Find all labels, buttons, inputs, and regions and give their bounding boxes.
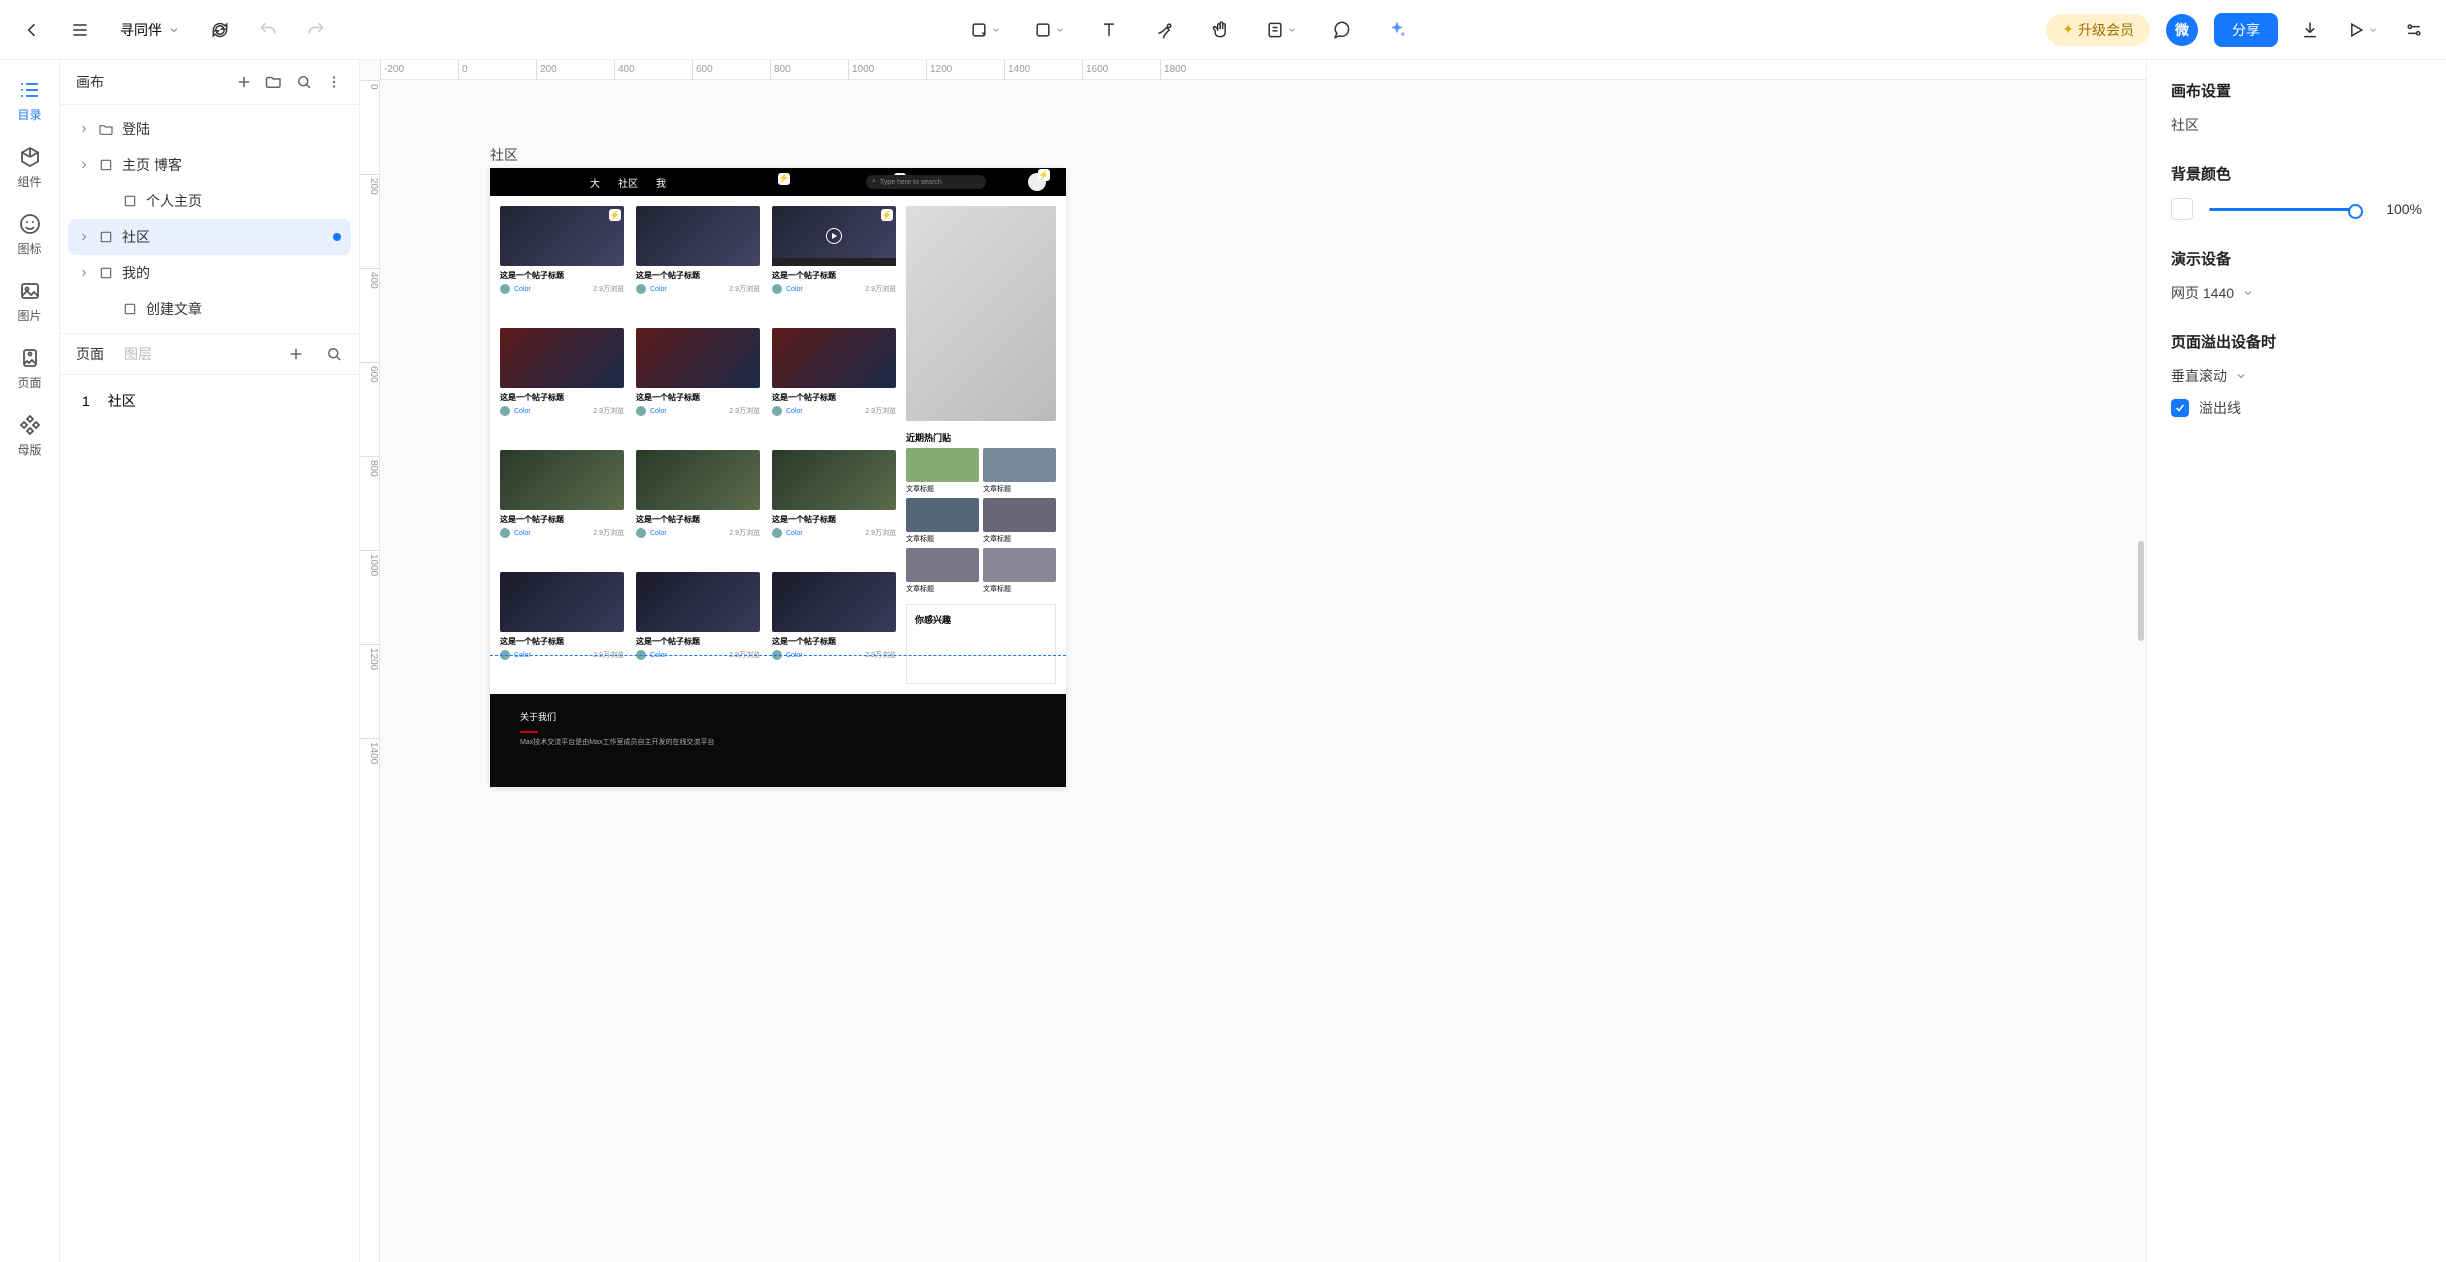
mock-header: 大 社区 我 ⚡ ⚡ ⌕Type here to search ⚡ <box>490 168 1066 196</box>
page-row[interactable]: 1 社区 <box>76 383 343 419</box>
rp-canvas-title: 画布设置 <box>2171 80 2422 101</box>
mock-card: 这是一个帖子标题Color2.9万浏览 <box>772 328 896 440</box>
lightning-icon: ⚡ <box>1038 169 1050 181</box>
artboard[interactable]: 大 社区 我 ⚡ ⚡ ⌕Type here to search ⚡ ⚡这是一个帖… <box>490 168 1066 787</box>
tab-layers[interactable]: 图层 <box>124 344 152 364</box>
rp-overflow-title: 页面溢出设备时 <box>2171 331 2422 352</box>
rp-bg-title: 背景颜色 <box>2171 163 2422 184</box>
tree-item[interactable]: 我的 <box>68 255 351 291</box>
mock-card: 这是一个帖子标题Color2.9万浏览 <box>500 328 624 440</box>
mock-avatar: ⚡ <box>1028 173 1046 191</box>
add-icon[interactable] <box>235 73 253 91</box>
topbar-right: ✦升级会员 微 分享 <box>2046 13 2430 47</box>
device-select[interactable]: 网页 1440 <box>2171 283 2422 303</box>
canvas-viewport[interactable]: 社区 大 社区 我 ⚡ ⚡ ⌕Type here to search ⚡ ⚡这是… <box>380 80 2146 1262</box>
ai-tool[interactable] <box>1381 14 1413 46</box>
lightning-icon: ⚡ <box>778 173 790 185</box>
mock-card: 这是一个帖子标题Color2.9万浏览 <box>636 328 760 440</box>
undo-button[interactable] <box>252 14 284 46</box>
mock-footer: 关于我们 Max技术交流平台是由Max工作室成员自主开发的在线交流平台 <box>490 694 1066 787</box>
mock-search: ⌕Type here to search <box>866 175 986 189</box>
menu-button[interactable] <box>64 14 96 46</box>
add-page-icon[interactable] <box>287 345 305 363</box>
folder-icon[interactable] <box>265 73 283 91</box>
redo-button[interactable] <box>300 14 332 46</box>
mock-card: 这是一个帖子标题Color2.9万浏览 <box>500 572 624 684</box>
comment-tool[interactable] <box>1325 14 1357 46</box>
chevron-down-icon <box>2242 287 2254 299</box>
left-panel: 画布 登陆主页 博客个人主页社区我的创建文章 页面 图层 1 社区 <box>60 60 360 1262</box>
mock-card: 这是一个帖子标题Color2.9万浏览 <box>636 450 760 562</box>
share-button[interactable]: 分享 <box>2214 13 2278 47</box>
tree-item[interactable]: 登陆 <box>68 111 351 147</box>
overflow-line <box>490 655 1066 656</box>
mock-card: 这是一个帖子标题Color2.9万浏览 <box>500 450 624 562</box>
note-tool[interactable] <box>1261 16 1301 44</box>
sidebar-item-images[interactable]: 图片 <box>6 273 54 330</box>
right-panel: 画布设置 社区 背景颜色 100% 演示设备 网页 1440 页面溢出设备时 垂… <box>2146 60 2446 1262</box>
topbar: 寻同伴 ✦升级会员 微 分享 <box>0 0 2446 60</box>
mock-card: 这是一个帖子标题Color2.9万浏览 <box>772 572 896 684</box>
pages-list: 1 社区 <box>60 375 359 427</box>
chevron-down-icon <box>2235 370 2247 382</box>
tree-item[interactable]: 创建文章 <box>68 291 351 327</box>
sidebar-item-masters[interactable]: 母版 <box>6 407 54 464</box>
tree-item[interactable]: 社区 <box>68 219 351 255</box>
sidebar-item-outline[interactable]: 目录 <box>6 72 54 129</box>
tree-item[interactable]: 个人主页 <box>68 183 351 219</box>
mock-interest: 你感兴趣 <box>906 604 1056 684</box>
topbar-left: 寻同伴 <box>16 14 332 46</box>
rp-device-title: 演示设备 <box>2171 248 2422 269</box>
lp-header-title: 画布 <box>76 72 235 92</box>
upgrade-button[interactable]: ✦升级会员 <box>2046 14 2150 46</box>
mock-hero-image <box>906 206 1056 421</box>
color-swatch[interactable] <box>2171 198 2193 220</box>
sidebar-item-pages[interactable]: 页面 <box>6 340 54 397</box>
settings-button[interactable] <box>2398 14 2430 46</box>
download-button[interactable] <box>2294 14 2326 46</box>
hand-tool[interactable] <box>1205 14 1237 46</box>
topbar-center <box>340 14 2038 46</box>
mock-card: ⚡这是一个帖子标题Color2.9万浏览 <box>500 206 624 318</box>
canvas-area[interactable]: -200020040060080010001200140016001800 02… <box>360 60 2146 1262</box>
ruler-horizontal: -200020040060080010001200140016001800 <box>380 60 2146 80</box>
search-pages-icon[interactable] <box>325 345 343 363</box>
back-button[interactable] <box>16 14 48 46</box>
checkbox-checked-icon <box>2171 399 2189 417</box>
artboard-tree: 登陆主页 博客个人主页社区我的创建文章 <box>60 105 359 334</box>
text-tool[interactable] <box>1093 14 1125 46</box>
rp-canvas-name[interactable]: 社区 <box>2171 115 2422 135</box>
pen-tool[interactable] <box>1149 14 1181 46</box>
mock-card: 这是一个帖子标题Color2.9万浏览 <box>772 450 896 562</box>
overflow-select[interactable]: 垂直滚动 <box>2171 366 2422 386</box>
lp-header: 画布 <box>60 60 359 105</box>
mock-grid: ⚡这是一个帖子标题Color2.9万浏览这是一个帖子标题Color2.9万浏览⚡… <box>500 206 896 684</box>
play-button[interactable] <box>2342 16 2382 44</box>
opacity-slider[interactable] <box>2209 208 2358 211</box>
more-icon[interactable] <box>325 73 343 91</box>
artboard-label[interactable]: 社区 <box>490 145 518 165</box>
sidebar-item-icons[interactable]: 图标 <box>6 206 54 263</box>
mock-card: 这是一个帖子标题Color2.9万浏览 <box>636 572 760 684</box>
scrollbar-thumb[interactable] <box>2138 541 2144 641</box>
upgrade-label: 升级会员 <box>2078 20 2134 40</box>
doc-title-text: 寻同伴 <box>120 20 162 40</box>
sidebar-item-components[interactable]: 组件 <box>6 139 54 196</box>
tab-pages[interactable]: 页面 <box>76 344 104 364</box>
ruler-vertical: 0200400600800100012001400 <box>360 80 380 1262</box>
mock-card: ⚡这是一个帖子标题Color2.9万浏览 <box>772 206 896 318</box>
opacity-value[interactable]: 100% <box>2374 201 2422 217</box>
wei-avatar[interactable]: 微 <box>2166 14 2198 46</box>
search-icon[interactable] <box>295 73 313 91</box>
icon-sidebar: 目录 组件 图标 图片 页面 母版 <box>0 60 60 1262</box>
sync-button[interactable] <box>204 14 236 46</box>
doc-title-dropdown[interactable]: 寻同伴 <box>112 16 188 44</box>
shape-tool[interactable] <box>1029 16 1069 44</box>
tree-item[interactable]: 主页 博客 <box>68 147 351 183</box>
mock-card: 这是一个帖子标题Color2.9万浏览 <box>636 206 760 318</box>
overflow-line-checkbox[interactable]: 溢出线 <box>2171 398 2422 418</box>
lp-tabs: 页面 图层 <box>60 334 359 375</box>
mock-side: 近期热门贴 文章标题文章标题文章标题文章标题文章标题文章标题 你感兴趣 <box>906 206 1056 684</box>
frame-tool[interactable] <box>965 16 1005 44</box>
